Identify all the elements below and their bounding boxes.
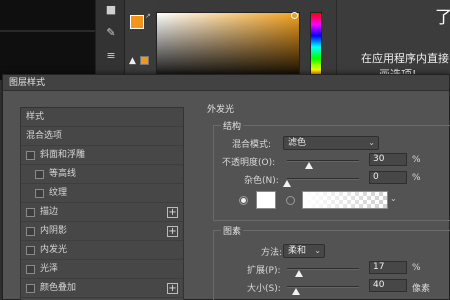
style-item-label: 纹理 [49,188,68,198]
hint-panel: 了 在应用程序内直接 画选项! [336,0,450,81]
hue-slider[interactable] [310,12,322,82]
style-item-stroke[interactable]: 描边 + [21,203,183,222]
style-item-blending-options[interactable]: 混合选项 [21,127,183,146]
dialog-title: 图层样式 [3,75,449,91]
style-item-contour[interactable]: 等高线 [21,165,183,184]
document-canvas [0,0,95,80]
chevron-down-icon: ⌄ [368,138,375,147]
opacity-unit: % [412,155,421,165]
style-item-label: 内阴影 [40,226,68,236]
style-item-label: 样式 [26,112,45,122]
technique-select[interactable]: 柔和 ⌄ [283,244,325,258]
chevron-down-icon: ⌄ [314,246,321,255]
style-item-bevel-emboss[interactable]: 斜面和浮雕 [21,146,183,165]
chevron-down-icon[interactable]: ⌄ [390,194,397,203]
checkbox[interactable] [26,284,35,293]
swatch-area: ↗ ▲ [125,0,155,80]
style-item-label: 描边 [40,207,59,217]
opacity-input[interactable]: 30 [369,153,407,166]
elements-title: 图素 [221,224,244,237]
style-item-label: 内发光 [40,245,68,255]
noise-input[interactable]: 0 [369,171,407,184]
brush-icon[interactable]: ✎ [103,26,119,40]
checkbox[interactable] [35,170,44,179]
style-item-inner-shadow[interactable]: 内阴影 + [21,222,183,241]
gradient-radio[interactable] [286,196,295,205]
opacity-slider-thumb[interactable] [304,162,313,169]
checkbox[interactable] [26,208,35,217]
spread-slider-thumb[interactable] [295,270,304,277]
add-icon[interactable]: + [167,226,178,237]
gradient-swatch[interactable] [302,191,388,209]
technique-value: 柔和 [288,246,307,256]
layer-style-dialog: 图层样式 样式 混合选项 斜面和浮雕 等高线 纹理 描边 + 内阴影 + 内发光 [2,74,450,300]
style-list: 样式 混合选项 斜面和浮雕 等高线 纹理 描边 + 内阴影 + 内发光 光泽 颜… [20,107,184,300]
noise-unit: % [412,173,421,183]
style-item-inner-glow[interactable]: 内发光 [21,241,183,260]
style-item-label: 斜面和浮雕 [40,150,86,160]
style-item-label: 等高线 [49,169,77,179]
size-label: 大小(S): [247,284,281,294]
structure-title: 结构 [221,119,244,132]
outer-glow-panel: 外发光 结构 混合模式: 滤色 ⌄ 不透明度(O): 30 % 杂色(N): 0… [199,91,450,300]
foreground-color-swatch[interactable] [130,15,144,29]
warning-icon: ▲ [129,56,136,66]
hint-text-line1: 在应用程序内直接 [361,52,449,65]
solid-color-radio[interactable] [239,196,248,205]
checkbox[interactable] [35,189,44,198]
style-item-label: 混合选项 [26,131,63,141]
out-of-gamut-swatch[interactable] [140,56,149,65]
style-item-color-overlay[interactable]: 颜色叠加 + [21,279,183,298]
add-icon[interactable]: + [167,283,178,294]
noise-label: 杂色(N): [244,176,279,186]
blend-mode-select[interactable]: 滤色 ⌄ [283,136,379,150]
color-picker-field[interactable] [156,12,300,82]
size-input[interactable]: 40 [369,279,407,292]
size-unit: 像素 [412,284,431,294]
glow-color-swatch[interactable] [256,191,276,209]
checkbox[interactable] [26,246,35,255]
swap-colors-icon[interactable]: ↗ [145,12,151,20]
style-item-satin[interactable]: 光泽 [21,260,183,279]
spread-label: 扩展(P): [247,266,281,276]
checkbox[interactable] [26,265,35,274]
spread-input[interactable]: 17 [369,261,407,274]
color-picker-handle[interactable] [291,12,298,19]
checkbox[interactable] [26,227,35,236]
toolbar: ■ ✎ ≡ [95,0,125,80]
checkbox[interactable] [26,151,35,160]
style-item-styles[interactable]: 样式 [21,108,183,127]
spread-unit: % [412,263,421,273]
blend-mode-value: 滤色 [288,138,307,148]
noise-slider[interactable] [287,178,359,180]
style-item-label: 颜色叠加 [40,283,77,293]
hint-heading: 了 [435,8,450,28]
tool-icon[interactable]: ■ [103,3,119,17]
add-icon[interactable]: + [167,207,178,218]
panel-title: 外发光 [207,105,235,115]
size-slider-thumb[interactable] [292,288,300,295]
blend-mode-label: 混合模式: [232,140,272,150]
opacity-label: 不透明度(O): [222,158,276,168]
style-item-label: 光泽 [40,264,59,274]
opacity-slider[interactable] [287,160,359,162]
style-item-texture[interactable]: 纹理 [21,184,183,203]
technique-label: 方法: [261,248,283,258]
noise-slider-thumb[interactable] [283,180,291,187]
sliders-icon[interactable]: ≡ [103,49,119,63]
